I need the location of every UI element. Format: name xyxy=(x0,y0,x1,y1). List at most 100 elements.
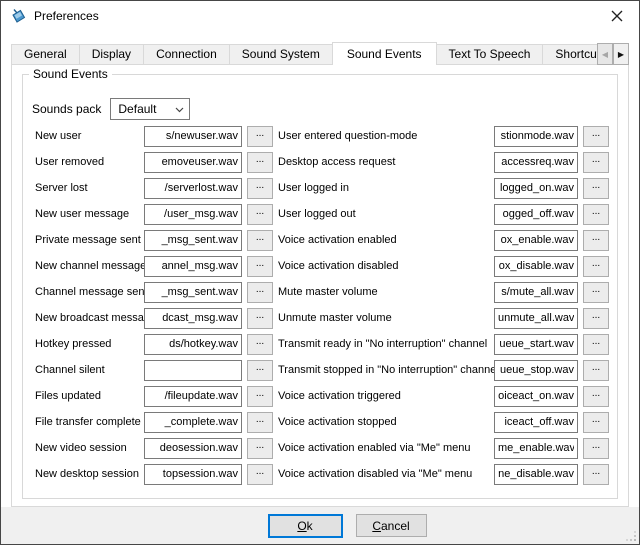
browse-button[interactable]: ... xyxy=(583,204,609,225)
browse-button[interactable]: ... xyxy=(247,230,273,251)
ok-button[interactable]: Ok xyxy=(268,514,343,538)
sound-file-input[interactable] xyxy=(144,334,242,355)
browse-button[interactable]: ... xyxy=(247,204,273,225)
browse-button[interactable]: ... xyxy=(247,334,273,355)
event-label: Voice activation disabled xyxy=(278,260,489,272)
event-label: Voice activation enabled xyxy=(278,234,489,246)
event-label: File transfer complete xyxy=(35,416,139,428)
browse-button[interactable]: ... xyxy=(583,152,609,173)
browse-button[interactable]: ... xyxy=(583,126,609,147)
browse-button[interactable]: ... xyxy=(247,308,273,329)
event-label: Voice activation enabled via "Me" menu xyxy=(278,442,489,454)
event-label: New desktop session xyxy=(35,468,139,480)
sound-file-input[interactable] xyxy=(144,204,242,225)
browse-button[interactable]: ... xyxy=(583,386,609,407)
browse-button[interactable]: ... xyxy=(247,152,273,173)
sound-file-input[interactable] xyxy=(494,464,578,485)
tab-bar: GeneralDisplayConnectionSound SystemSoun… xyxy=(11,42,629,65)
groupbox-legend: Sound Events xyxy=(29,67,112,81)
ok-rest: k xyxy=(307,519,313,533)
tab-connection[interactable]: Connection xyxy=(143,44,230,65)
tab-text-to-speech[interactable]: Text To Speech xyxy=(436,44,544,65)
sound-file-input[interactable] xyxy=(144,412,242,433)
event-label: Hotkey pressed xyxy=(35,338,139,350)
event-label: Files updated xyxy=(35,390,139,402)
sound-file-input[interactable] xyxy=(494,204,578,225)
sound-file-input[interactable] xyxy=(494,282,578,303)
event-label: New user message xyxy=(35,208,139,220)
browse-button[interactable]: ... xyxy=(247,126,273,147)
sound-file-input[interactable] xyxy=(144,230,242,251)
browse-button[interactable]: ... xyxy=(583,256,609,277)
browse-button[interactable]: ... xyxy=(247,412,273,433)
event-label: User entered question-mode xyxy=(278,130,489,142)
browse-button[interactable]: ... xyxy=(583,412,609,433)
cancel-rest: ancel xyxy=(381,519,410,533)
browse-button[interactable]: ... xyxy=(583,464,609,485)
sound-file-input[interactable] xyxy=(494,308,578,329)
browse-button[interactable]: ... xyxy=(583,282,609,303)
sound-file-input[interactable] xyxy=(144,256,242,277)
browse-button[interactable]: ... xyxy=(247,360,273,381)
sound-file-input[interactable] xyxy=(494,152,578,173)
browse-button[interactable]: ... xyxy=(247,256,273,277)
cancel-accel: C xyxy=(372,519,381,533)
close-button[interactable] xyxy=(594,1,639,31)
event-label: New user xyxy=(35,130,139,142)
ok-accel: O xyxy=(297,519,306,533)
sound-file-input[interactable] xyxy=(144,360,242,381)
browse-button[interactable]: ... xyxy=(247,386,273,407)
sounds-pack-select[interactable]: Default xyxy=(110,98,190,120)
sound-file-input[interactable] xyxy=(144,178,242,199)
sound-file-input[interactable] xyxy=(494,126,578,147)
browse-button[interactable]: ... xyxy=(247,282,273,303)
tab-sound-events[interactable]: Sound Events xyxy=(332,42,437,65)
browse-button[interactable]: ... xyxy=(247,464,273,485)
event-label: Voice activation stopped xyxy=(278,416,489,428)
window-title: Preferences xyxy=(34,9,99,23)
sound-file-input[interactable] xyxy=(144,438,242,459)
event-label: User logged out xyxy=(278,208,489,220)
sounds-pack-label: Sounds pack xyxy=(32,102,101,116)
footer-bar: Ok Cancel xyxy=(1,507,639,544)
tab-general[interactable]: General xyxy=(11,44,80,65)
browse-button[interactable]: ... xyxy=(583,360,609,381)
event-label: Voice activation triggered xyxy=(278,390,489,402)
browse-button[interactable]: ... xyxy=(247,178,273,199)
event-label: New channel message xyxy=(35,260,139,272)
sound-file-input[interactable] xyxy=(494,386,578,407)
tab-scroll-left-button[interactable]: ◀ xyxy=(597,43,613,65)
browse-button[interactable]: ... xyxy=(583,438,609,459)
sound-events-grid: New user... User entered question-mode...… xyxy=(35,123,609,487)
sound-file-input[interactable] xyxy=(494,178,578,199)
close-icon xyxy=(611,10,623,22)
event-label: Voice activation disabled via "Me" menu xyxy=(278,468,489,480)
preferences-dialog: Preferences GeneralDisplayConnectionSoun… xyxy=(0,0,640,545)
browse-button[interactable]: ... xyxy=(583,230,609,251)
sound-file-input[interactable] xyxy=(494,360,578,381)
tab-display[interactable]: Display xyxy=(79,44,144,65)
tab-scroll-right-button[interactable]: ▶ xyxy=(613,43,629,65)
browse-button[interactable]: ... xyxy=(247,438,273,459)
sound-file-input[interactable] xyxy=(494,230,578,251)
sound-file-input[interactable] xyxy=(494,438,578,459)
sound-file-input[interactable] xyxy=(494,256,578,277)
browse-button[interactable]: ... xyxy=(583,178,609,199)
sound-file-input[interactable] xyxy=(494,334,578,355)
title-bar[interactable]: Preferences xyxy=(1,1,639,31)
sound-file-input[interactable] xyxy=(144,126,242,147)
cancel-button[interactable]: Cancel xyxy=(356,514,427,537)
browse-button[interactable]: ... xyxy=(583,334,609,355)
sound-file-input[interactable] xyxy=(144,308,242,329)
sound-file-input[interactable] xyxy=(144,152,242,173)
browse-button[interactable]: ... xyxy=(583,308,609,329)
tab-sound-system[interactable]: Sound System xyxy=(229,44,333,65)
resize-grip-icon[interactable] xyxy=(626,531,637,542)
app-icon xyxy=(10,8,27,25)
sound-file-input[interactable] xyxy=(144,464,242,485)
sound-file-input[interactable] xyxy=(144,386,242,407)
chevron-right-icon: ▶ xyxy=(618,50,624,59)
sound-file-input[interactable] xyxy=(144,282,242,303)
chevron-down-icon xyxy=(175,107,184,113)
sound-file-input[interactable] xyxy=(494,412,578,433)
